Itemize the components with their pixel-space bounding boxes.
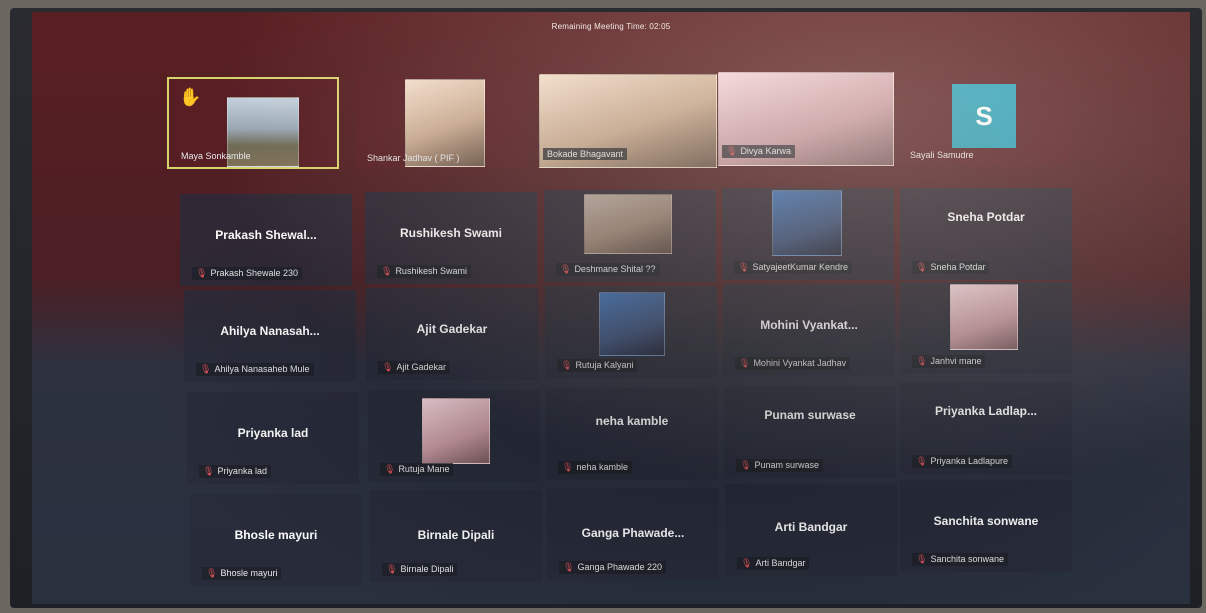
muted-mic-icon: 🎙	[200, 364, 212, 374]
participant-tile-mohini[interactable]: Mohini Vyankat... 🎙 Mohini Vyankat Jadhav	[723, 284, 895, 376]
raised-hand-icon: ✋	[179, 87, 202, 107]
participant-tile-janhvi[interactable]: 🎙 Janhvi mane	[900, 282, 1072, 374]
participant-name-tag: 🎙 Priyanka lad	[199, 465, 271, 478]
muted-mic-icon: 🎙	[739, 358, 751, 368]
participant-name-tag: 🎙 Rushikesh Swami	[377, 265, 471, 278]
participant-tile-satyajeet[interactable]: 🎙 SatyajeetKumar Kendre	[722, 188, 894, 280]
participant-tile-bokade[interactable]: Bokade Bhagavant	[539, 74, 717, 168]
participant-tile-priyanka-ladlapure[interactable]: Priyanka Ladlap... 🎙 Priyanka Ladlapure	[900, 382, 1072, 474]
participant-display-name: Prakash Shewal...	[215, 228, 317, 242]
participant-display-name: Mohini Vyankat...	[760, 318, 858, 332]
participant-tile-punam[interactable]: Punam surwase 🎙 Punam surwase	[724, 386, 896, 478]
participant-display-name: Ahilya Nanasah...	[220, 324, 320, 338]
participant-display-name: Rushikesh Swami	[399, 226, 503, 240]
muted-mic-icon: 🎙	[561, 360, 573, 370]
participant-tile-ganga[interactable]: Ganga Phawade... 🎙 Ganga Phawade 220	[547, 488, 719, 580]
participant-video	[584, 194, 672, 254]
monitor-frame: Remaining Meeting Time: 02:05 ✋ Maya Son…	[10, 8, 1202, 608]
participant-tile-deshmane[interactable]: 🎙 Deshmane Shital ??	[544, 190, 716, 282]
participant-name-tag: 🎙 Divya Karwa	[722, 145, 795, 158]
participant-name-tag: 🎙 Deshmane Shital ??	[556, 263, 660, 276]
participant-name-tag: 🎙 Punam surwase	[736, 459, 823, 472]
participant-name-tag: 🎙 Prakash Shewale 230	[192, 267, 302, 280]
participant-name-tag: 🎙 Sanchita sonwane	[912, 553, 1008, 566]
participant-display-name: Priyanka Ladlap...	[934, 404, 1038, 418]
remaining-time: Remaining Meeting Time: 02:05	[551, 22, 671, 31]
participant-name-label: Maya Sonkamble	[181, 151, 251, 161]
participant-name-tag: 🎙 Ahilya Nanasaheb Mule	[196, 363, 314, 376]
participant-name-tag: 🎙 Janhvi mane	[912, 355, 986, 368]
participant-display-name: neha kamble	[595, 414, 669, 428]
participant-name-label: Sayali Samudre	[910, 150, 974, 160]
muted-mic-icon: 🎙	[740, 460, 752, 470]
participant-name-tag: 🎙 Mohini Vyankat Jadhav	[735, 357, 851, 370]
avatar-initial: S	[952, 84, 1016, 148]
muted-mic-icon: 🎙	[384, 464, 396, 474]
participant-video	[599, 292, 665, 356]
participant-display-name: Ganga Phawade...	[581, 526, 685, 540]
participant-tile-rutuja-mane[interactable]: 🎙 Rutuja Mane	[368, 390, 540, 482]
muted-mic-icon: 🎙	[916, 262, 928, 272]
muted-mic-icon: 🎙	[382, 362, 394, 372]
participant-tile-sayali[interactable]: S Sayali Samudre	[898, 74, 1070, 166]
participant-tile-prakash[interactable]: Prakash Shewal... 🎙 Prakash Shewale 230	[180, 194, 352, 286]
participant-tile-shankar[interactable]: Shankar Jadhav ( PIF )	[355, 77, 527, 169]
muted-mic-icon: 🎙	[206, 568, 218, 578]
muted-mic-icon: 🎙	[916, 356, 928, 366]
participant-video	[422, 398, 490, 464]
participant-tile-divya[interactable]: 🎙 Divya Karwa	[718, 72, 894, 166]
muted-mic-icon: 🎙	[916, 554, 928, 564]
participant-name-tag: 🎙 neha kamble	[558, 461, 632, 474]
muted-mic-icon: 🎙	[196, 268, 208, 278]
participant-name-tag: 🎙 Priyanka Ladlapure	[912, 455, 1012, 468]
participant-name-tag: 🎙 Ganga Phawade 220	[559, 561, 667, 574]
participant-tile-bhosle[interactable]: Bhosle mayuri 🎙 Bhosle mayuri	[190, 494, 362, 586]
participant-name-tag: 🎙 Rutuja Kalyani	[557, 359, 638, 372]
participant-tile-rutuja-kalyani[interactable]: 🎙 Rutuja Kalyani	[545, 286, 717, 378]
participant-display-name: Priyanka lad	[237, 426, 309, 440]
participant-name-tag: Bokade Bhagavant	[543, 148, 628, 160]
muted-mic-icon: 🎙	[203, 466, 215, 476]
muted-mic-icon: 🎙	[386, 564, 398, 574]
participant-tile-maya[interactable]: ✋ Maya Sonkamble	[167, 77, 339, 169]
participant-video	[950, 284, 1018, 350]
muted-mic-icon: 🎙	[726, 146, 738, 156]
muted-mic-icon: 🎙	[741, 558, 753, 568]
participant-display-name: Bhosle mayuri	[234, 528, 318, 542]
participant-name-tag: 🎙 SatyajeetKumar Kendre	[734, 261, 852, 274]
participant-name-tag: 🎙 Birnale Dipali	[382, 563, 458, 576]
participant-display-name: Arti Bandgar	[774, 520, 848, 534]
muted-mic-icon: 🎙	[381, 266, 393, 276]
meeting-screen: Remaining Meeting Time: 02:05 ✋ Maya Son…	[32, 12, 1190, 604]
participant-video	[772, 190, 842, 256]
participant-display-name: Sanchita sonwane	[933, 514, 1039, 528]
participant-name-tag: 🎙 Sneha Potdar	[912, 261, 990, 274]
participant-tile-rushikesh[interactable]: Rushikesh Swami 🎙 Rushikesh Swami	[365, 192, 537, 284]
participant-tile-ahilya[interactable]: Ahilya Nanasah... 🎙 Ahilya Nanasaheb Mule	[184, 290, 356, 382]
participant-name-label: Shankar Jadhav ( PIF )	[367, 153, 460, 163]
participant-name-tag: 🎙 Arti Bandgar	[737, 557, 810, 570]
participant-tile-sneha[interactable]: Sneha Potdar 🎙 Sneha Potdar	[900, 188, 1072, 280]
muted-mic-icon: 🎙	[563, 562, 575, 572]
participant-display-name: Punam surwase	[764, 408, 856, 422]
participant-tile-priyanka-lad[interactable]: Priyanka lad 🎙 Priyanka lad	[187, 392, 359, 484]
participant-display-name: Ajit Gadekar	[416, 322, 488, 336]
participant-tile-neha[interactable]: neha kamble 🎙 neha kamble	[546, 388, 718, 480]
participant-name-tag: 🎙 Bhosle mayuri	[202, 567, 282, 580]
participant-tile-birnale[interactable]: Birnale Dipali 🎙 Birnale Dipali	[370, 490, 542, 582]
muted-mic-icon: 🎙	[916, 456, 928, 466]
participant-display-name: Sneha Potdar	[947, 210, 1025, 224]
muted-mic-icon: 🎙	[738, 262, 750, 272]
participant-tile-arti[interactable]: Arti Bandgar 🎙 Arti Bandgar	[725, 484, 897, 576]
participant-display-name: Birnale Dipali	[417, 528, 495, 542]
participant-tile-sanchita[interactable]: Sanchita sonwane 🎙 Sanchita sonwane	[900, 480, 1072, 572]
participant-name-tag: 🎙 Ajit Gadekar	[378, 361, 450, 374]
participant-name-tag: 🎙 Rutuja Mane	[380, 463, 454, 476]
muted-mic-icon: 🎙	[560, 264, 572, 274]
participant-tile-ajit[interactable]: Ajit Gadekar 🎙 Ajit Gadekar	[366, 288, 538, 380]
muted-mic-icon: 🎙	[562, 462, 574, 472]
